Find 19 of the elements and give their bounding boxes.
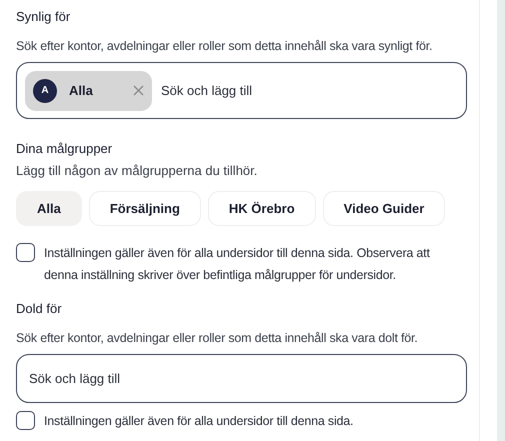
description: Lägg till någon av målgrupperna du tillhör. <box>16 162 258 180</box>
audience-button[interactable]: Video Guider <box>322 191 446 226</box>
description: Sök efter kontor, avdelningar eller roller som detta innehåll ska vara synligt för. <box>16 38 434 55</box>
search-field[interactable]: A Alla Sök och lägg till <box>16 62 467 119</box>
checkbox[interactable] <box>16 243 35 262</box>
section-title: Synlig för <box>16 8 72 26</box>
description: Sök efter kontor, avdelningar eller roller som detta innehåll ska vara dolt för. <box>16 330 419 347</box>
checkbox-label: Inställningen gäller även för alla undersidor till denna sida. <box>44 413 354 430</box>
audience-button[interactable]: Försäljning <box>88 191 201 226</box>
avatar: A <box>33 78 57 102</box>
section-title: Dold för <box>16 300 63 318</box>
checkbox-label: Inställningen gäller även för alla undersidor till denna sida. Observera att denna inställning skriver över befintliga målgrupper för undersidor. <box>44 245 431 284</box>
audience-button[interactable]: Alla <box>16 191 82 226</box>
checkbox[interactable] <box>16 411 35 430</box>
section-title: Dina målgrupper <box>16 140 114 158</box>
search-input[interactable]: Sök och lägg till <box>161 80 458 100</box>
search-field[interactable]: Sök och lägg till <box>16 354 467 403</box>
audience-button[interactable]: HK Örebro <box>208 191 316 226</box>
tag-label: Alla <box>69 82 93 100</box>
